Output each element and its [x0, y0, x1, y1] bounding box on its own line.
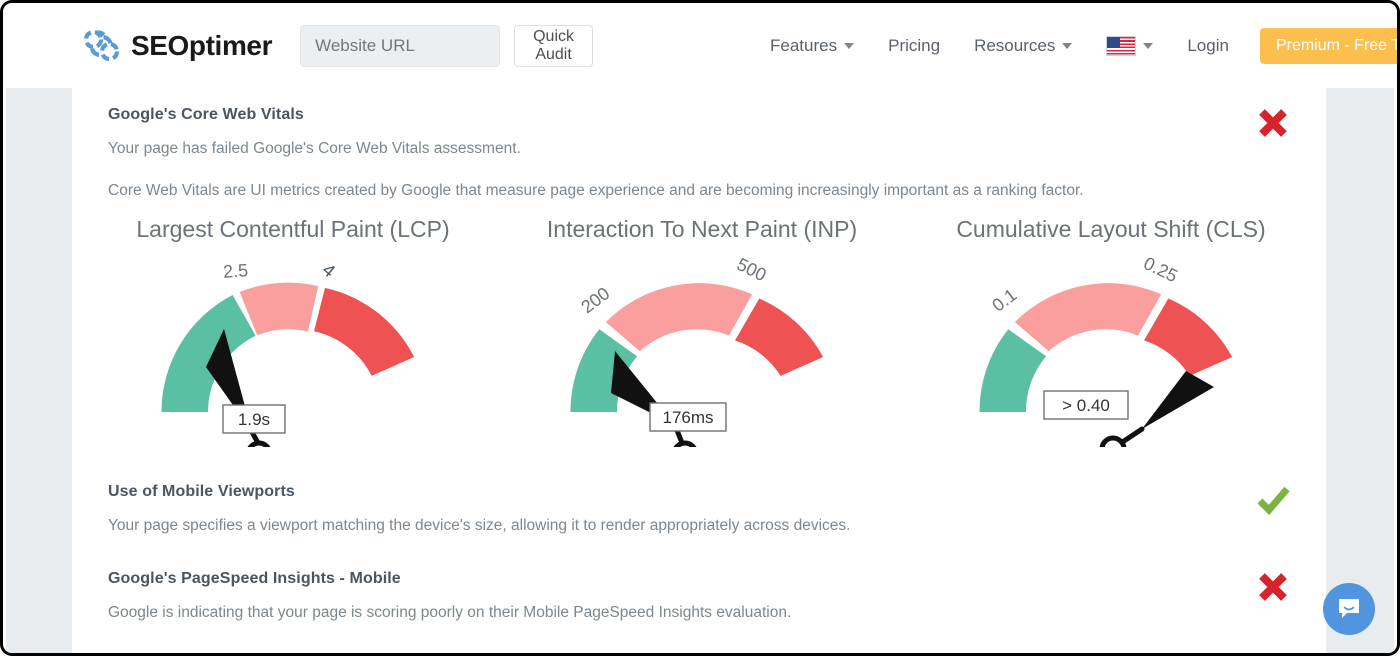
gauge-inp-tick-0: 200: [577, 283, 613, 317]
nav-label-resources: Resources: [974, 36, 1055, 56]
site-header: SEOptimer Quick Audit Features Pricing R…: [3, 3, 1397, 88]
nav-item-pricing[interactable]: Pricing: [871, 36, 957, 56]
gauge-inp-value-box: 176ms: [650, 403, 726, 431]
gauge-cls-chart: 0.1 0.25 > 0.40: [946, 247, 1276, 447]
nav-item-features[interactable]: Features: [753, 36, 871, 56]
cwv-note: Core Web Vitals are UI metrics created b…: [108, 182, 1296, 200]
left-gutter: [6, 88, 72, 653]
green-check-icon: [1250, 477, 1296, 523]
gauge-inp: Interaction To Next Paint (INP) 200 500: [517, 216, 887, 447]
gauge-inp-value: 176ms: [662, 408, 713, 427]
chevron-down-icon: [1143, 43, 1153, 49]
us-flag-icon: [1106, 36, 1136, 56]
nav-item-resources[interactable]: Resources: [957, 36, 1089, 56]
gauge-cls-value: > 0.40: [1062, 396, 1110, 415]
gauge-lcp-value: 1.9s: [238, 410, 270, 429]
right-gutter: [1326, 88, 1394, 653]
quick-audit-button[interactable]: Quick Audit: [514, 25, 593, 67]
pagespeed-description: Google is indicating that your page is s…: [108, 604, 1296, 622]
nav-item-login[interactable]: Login: [1170, 36, 1246, 56]
gauge-cls-tick-1: 0.25: [1140, 253, 1180, 286]
gauge-lcp-value-box: 1.9s: [223, 405, 285, 433]
viewport-description: Your page specifies a viewport matching …: [108, 517, 1296, 535]
report-content: Google's Core Web Vitals Your page has f…: [72, 88, 1326, 653]
chat-bubble-icon[interactable]: [1323, 583, 1375, 635]
gauge-inp-needle: [611, 351, 696, 447]
brand-name: SEOptimer: [131, 30, 272, 62]
brand-logo[interactable]: SEOptimer: [81, 25, 272, 67]
language-selector[interactable]: [1089, 36, 1170, 56]
website-url-input[interactable]: [300, 25, 500, 67]
gauge-lcp-title: Largest Contentful Paint (LCP): [108, 216, 478, 243]
gauge-inp-tick-1: 500: [734, 254, 770, 285]
gauge-cls-title: Cumulative Layout Shift (CLS): [926, 216, 1296, 243]
gauge-cls-value-box: > 0.40: [1044, 391, 1128, 419]
cwv-description: Your page has failed Google's Core Web V…: [108, 140, 1296, 158]
login-label: Login: [1187, 36, 1229, 56]
red-cross-icon: [1250, 100, 1296, 146]
gauge-lcp: Largest Contentful Paint (LCP) 2.5 4: [108, 216, 478, 447]
cwv-title: Google's Core Web Vitals: [108, 106, 1296, 124]
main-nav: Features Pricing Resources Login Premium…: [753, 28, 1400, 64]
report-item-core-web-vitals: Google's Core Web Vitals Your page has f…: [108, 106, 1296, 200]
nav-label-pricing: Pricing: [888, 36, 940, 56]
gauge-lcp-tick-1: 4: [319, 260, 340, 282]
chevron-down-icon: [844, 43, 854, 49]
audit-report-page: SEOptimer Quick Audit Features Pricing R…: [0, 0, 1400, 656]
viewport-title: Use of Mobile Viewports: [108, 483, 1296, 501]
gauge-inp-chart: 200 500 176ms: [537, 247, 867, 447]
report-item-pagespeed-mobile: Google's PageSpeed Insights - Mobile Goo…: [108, 570, 1296, 622]
red-cross-icon: [1250, 564, 1296, 610]
premium-free-trial-button[interactable]: Premium - Free Trial: [1260, 28, 1400, 64]
chevron-down-icon: [1062, 43, 1072, 49]
report-item-mobile-viewports: Use of Mobile Viewports Your page specif…: [108, 483, 1296, 535]
pagespeed-title: Google's PageSpeed Insights - Mobile: [108, 570, 1296, 588]
gauge-inp-title: Interaction To Next Paint (INP): [517, 216, 887, 243]
core-web-vitals-gauges: Largest Contentful Paint (LCP) 2.5 4: [108, 216, 1296, 447]
gauge-lcp-chart: 2.5 4 1.9s: [128, 247, 458, 447]
gauge-cls-tick-0: 0.1: [988, 285, 1020, 316]
gauge-cls: Cumulative Layout Shift (CLS) 0.1 0.25: [926, 216, 1296, 447]
seoptimer-gear-logo-icon: [81, 25, 123, 67]
nav-label-features: Features: [770, 36, 837, 56]
gauge-lcp-tick-0: 2.5: [222, 260, 248, 282]
